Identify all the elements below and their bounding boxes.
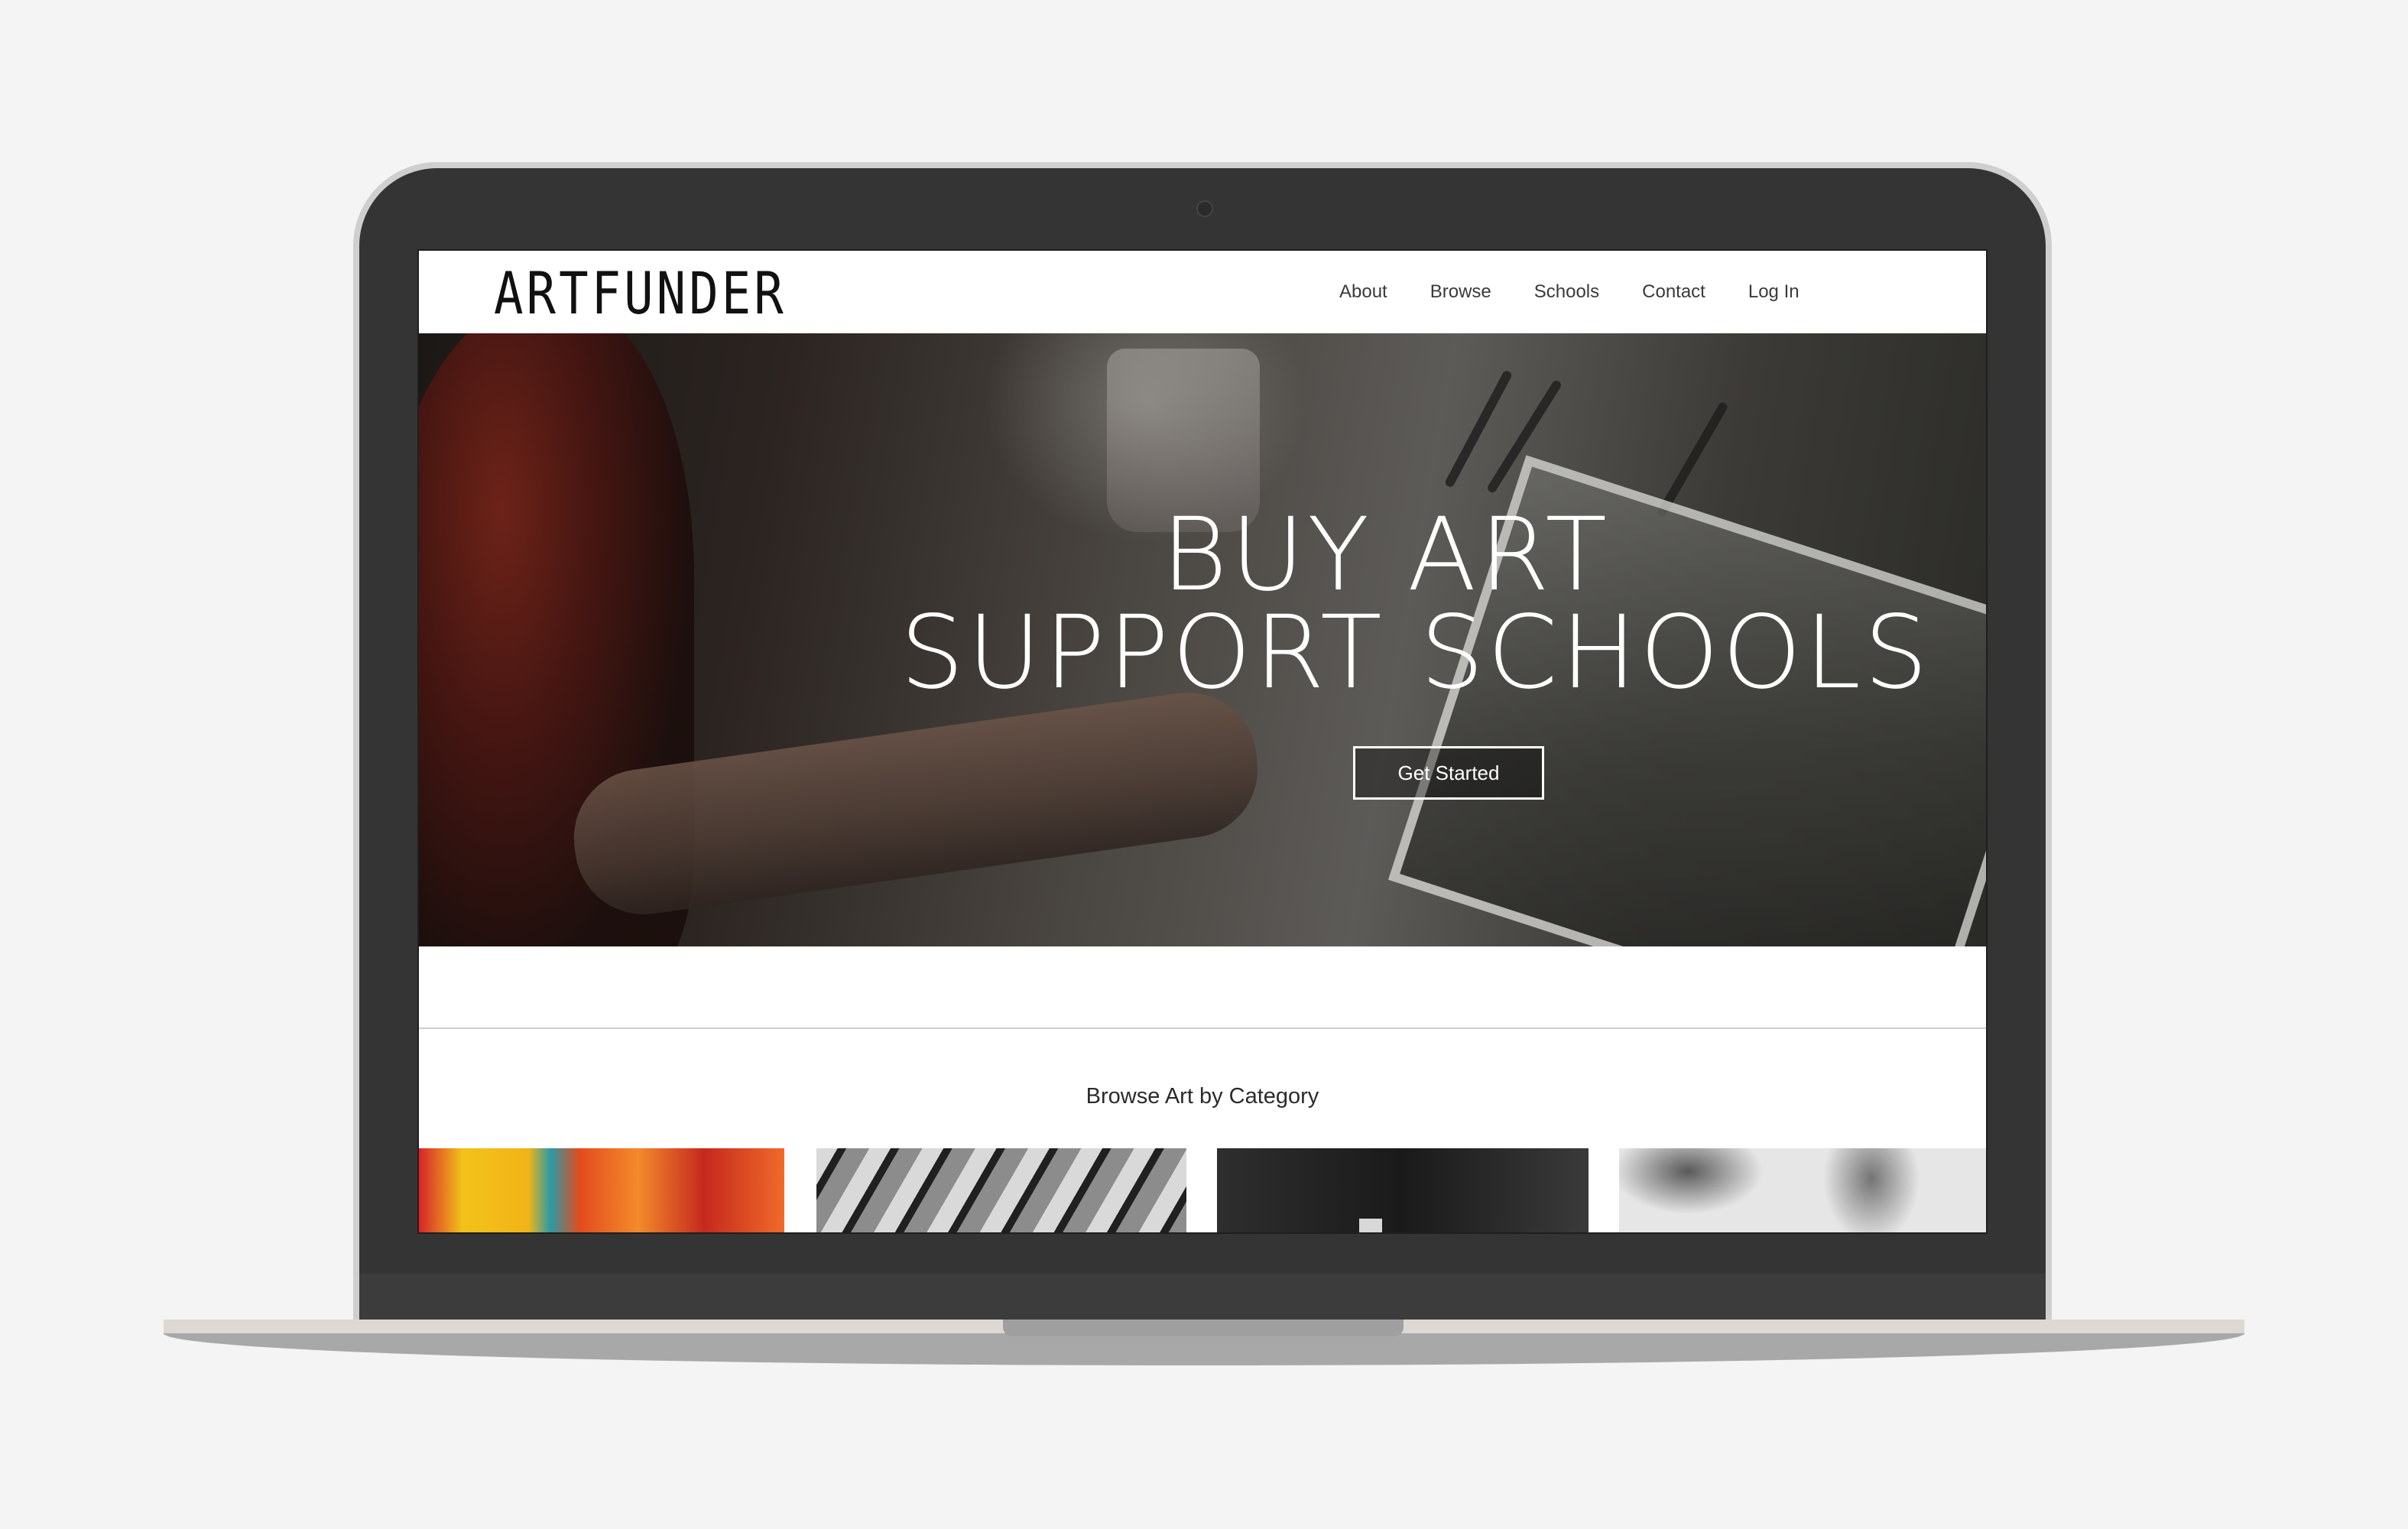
category-tile-colorful-abstract[interactable] — [419, 1148, 784, 1232]
laptop-chin — [359, 1274, 2046, 1320]
nav-menu: About Browse Schools Contact Log In — [1339, 278, 1842, 306]
top-navigation: ARTFUNDER About Browse Schools Contact L… — [419, 251, 1986, 333]
category-tile-ink-sketch[interactable] — [1619, 1148, 1986, 1232]
category-tile-detail — [1359, 1219, 1382, 1232]
nav-item-browse[interactable]: Browse — [1430, 278, 1491, 306]
get-started-button[interactable]: Get Started — [1353, 746, 1544, 800]
category-tile-black-white-objects[interactable] — [816, 1148, 1186, 1232]
laptop-hinge — [1003, 1320, 1404, 1336]
nav-item-about[interactable]: About — [1339, 278, 1387, 306]
hero-heading-line1: BUY ART — [1161, 496, 1610, 614]
hero-heading: BUY ART SUPPORT SCHOOLS — [861, 496, 1931, 712]
category-tile-dark-still[interactable] — [1217, 1148, 1589, 1232]
laptop-base — [164, 1333, 2244, 1365]
laptop-screen: ARTFUNDER About Browse Schools Contact L… — [417, 249, 1988, 1234]
hero-heading-line2: SUPPORT SCHOOLS — [900, 594, 1931, 712]
mockup-stage: ARTFUNDER About Browse Schools Contact L… — [0, 0, 2408, 1529]
site-logo[interactable]: ARTFUNDER — [494, 258, 787, 330]
nav-item-contact[interactable]: Contact — [1642, 278, 1705, 306]
hero-banner: BUY ART SUPPORT SCHOOLS Get Started — [419, 333, 1986, 946]
nav-item-login[interactable]: Log In — [1748, 278, 1800, 306]
webcam-icon — [1196, 200, 1213, 217]
nav-item-schools[interactable]: Schools — [1534, 278, 1599, 306]
section-divider — [419, 1027, 1986, 1029]
categories-heading: Browse Art by Category — [1086, 1084, 1319, 1109]
